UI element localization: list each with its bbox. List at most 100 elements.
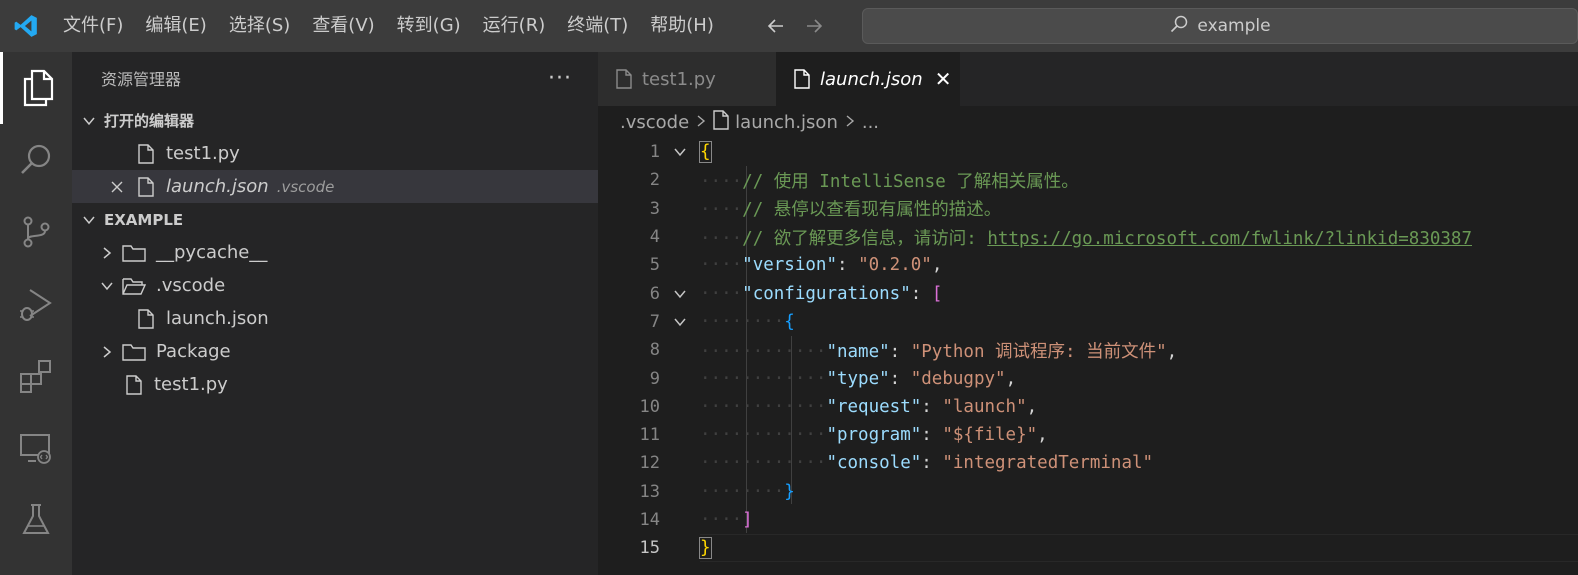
extensions-icon[interactable] (0, 340, 72, 412)
tree-item-folder-open[interactable]: .vscode (72, 269, 598, 302)
tree-item-name: .vscode (156, 275, 226, 296)
tree-item-file[interactable]: launch.json (72, 302, 598, 335)
explorer-header: 资源管理器 ··· (72, 52, 598, 104)
title-bar: 文件(F) 编辑(E) 选择(S) 查看(V) 转到(G) 运行(R) 终端(T… (0, 0, 1578, 52)
json-key: "name" (826, 341, 890, 362)
line-number: 9 (649, 368, 660, 389)
line-number: 8 (649, 340, 660, 361)
testing-icon[interactable] (0, 484, 72, 556)
open-editor-name: launch.json (166, 176, 269, 197)
arrow-left-icon[interactable] (765, 15, 787, 37)
code-line: 6 ····"configurations": [ (598, 279, 1578, 307)
chevron-down-icon (98, 277, 116, 295)
json-value: "launch" (942, 396, 1027, 417)
file-icon (713, 109, 729, 135)
tree-item-name: launch.json (166, 308, 269, 329)
menu-selection[interactable]: 选择(S) (218, 0, 301, 52)
code-editor[interactable]: 1 { 2 ····// 使用 IntelliSense 了解相关属性。 3 ·… (598, 138, 1578, 563)
code-line: 4 ····// 欲了解更多信息，请访问: https://go.microso… (598, 223, 1578, 251)
tree-item-folder[interactable]: Package (72, 335, 598, 368)
json-key: "version" (742, 255, 837, 276)
line-number: 15 (639, 538, 660, 559)
menu-edit[interactable]: 编辑(E) (134, 0, 217, 52)
file-icon (136, 176, 156, 198)
breadcrumb-item[interactable]: launch.json (735, 112, 838, 133)
menu-terminal[interactable]: 终端(T) (556, 0, 639, 52)
explorer-sidebar: 资源管理器 ··· 打开的编辑器 test1.py launch.json .v… (72, 52, 598, 575)
line-number: 1 (649, 142, 660, 163)
file-icon (616, 69, 632, 89)
open-editors-section[interactable]: 打开的编辑器 (72, 104, 598, 137)
folder-section[interactable]: EXAMPLE (72, 203, 598, 236)
line-number: 11 (639, 425, 660, 446)
line-number: 13 (639, 481, 660, 502)
breadcrumb-item[interactable]: .vscode (620, 112, 689, 133)
menu-run[interactable]: 运行(R) (472, 0, 557, 52)
code-line: 11 ············"program": "${file}", (598, 421, 1578, 449)
json-value: "${file}" (942, 425, 1038, 446)
code-line: 13 ········} (598, 478, 1578, 506)
open-editor-item-active[interactable]: launch.json .vscode (72, 170, 598, 203)
code-line: 5 ····"version": "0.2.0", (598, 251, 1578, 279)
open-brace: { (699, 141, 712, 164)
more-actions-icon[interactable]: ··· (548, 66, 572, 91)
tab-launch-json[interactable]: launch.json ✕ (776, 52, 960, 106)
close-icon[interactable] (110, 180, 126, 194)
breadcrumb-item[interactable]: ... (862, 112, 879, 133)
chevron-down-icon[interactable] (660, 144, 700, 160)
menu-help[interactable]: 帮助(H) (639, 0, 725, 52)
vscode-logo-icon (0, 0, 52, 52)
tree-item-name: Package (156, 341, 231, 362)
source-control-icon[interactable] (0, 196, 72, 268)
tab-label: launch.json (820, 68, 923, 90)
activity-bar (0, 52, 72, 575)
arrow-right-icon[interactable] (803, 15, 825, 37)
chevron-down-icon (80, 211, 98, 229)
comment: // 欲了解更多信息，请访问: (742, 228, 988, 249)
remote-explorer-icon[interactable] (0, 412, 72, 484)
json-key: "program" (826, 425, 922, 446)
files-icon[interactable] (0, 52, 72, 124)
file-icon (136, 308, 156, 330)
open-editors-label: 打开的编辑器 (104, 112, 195, 130)
folder-label: EXAMPLE (104, 210, 184, 229)
tree-item-folder[interactable]: __pycache__ (72, 236, 598, 269)
code-line: 1 { (598, 138, 1578, 166)
line-number: 2 (649, 170, 660, 191)
menu-file[interactable]: 文件(F) (52, 0, 134, 52)
file-icon (794, 69, 810, 89)
open-editor-item[interactable]: test1.py (72, 137, 598, 170)
comment: // 使用 IntelliSense 了解相关属性。 (742, 171, 1079, 192)
chevron-right-icon (98, 343, 116, 361)
chevron-down-icon[interactable] (660, 286, 700, 302)
comment-link[interactable]: https://go.microsoft.com/fwlink/?linkid=… (987, 229, 1472, 249)
tree-item-name: test1.py (154, 374, 228, 395)
explorer-title: 资源管理器 (101, 70, 182, 89)
close-icon[interactable]: ✕ (935, 67, 952, 91)
line-number: 14 (639, 510, 660, 530)
json-key: "type" (826, 368, 890, 389)
code-line: 7 ········{ (598, 308, 1578, 336)
command-center-search[interactable]: example (862, 8, 1578, 44)
search-view-icon[interactable] (0, 124, 72, 196)
search-text: example (1197, 16, 1271, 36)
tab-test1-py[interactable]: test1.py (598, 52, 776, 106)
file-icon (124, 374, 144, 396)
code-line: 3 ····// 悬停以查看现有属性的描述。 (598, 195, 1578, 223)
code-line: 8 ············"name": "Python 调试程序: 当前文件… (598, 336, 1578, 364)
json-value: "Python 调试程序: 当前文件" (910, 341, 1167, 362)
line-number: 4 (649, 227, 660, 248)
code-line-current: 15 } (598, 534, 1578, 563)
close-brace: } (699, 537, 712, 560)
json-key: "request" (826, 396, 922, 417)
chevron-down-icon[interactable] (660, 314, 700, 330)
menu-view[interactable]: 查看(V) (301, 0, 385, 52)
chevron-right-icon (98, 244, 116, 262)
run-debug-icon[interactable] (0, 268, 72, 340)
tree-item-file[interactable]: test1.py (72, 368, 598, 401)
file-icon (136, 143, 156, 165)
breadcrumb: .vscode launch.json ... (598, 106, 1578, 138)
line-number: 5 (649, 255, 660, 276)
folder-icon (122, 341, 146, 363)
menu-go[interactable]: 转到(G) (386, 0, 472, 52)
